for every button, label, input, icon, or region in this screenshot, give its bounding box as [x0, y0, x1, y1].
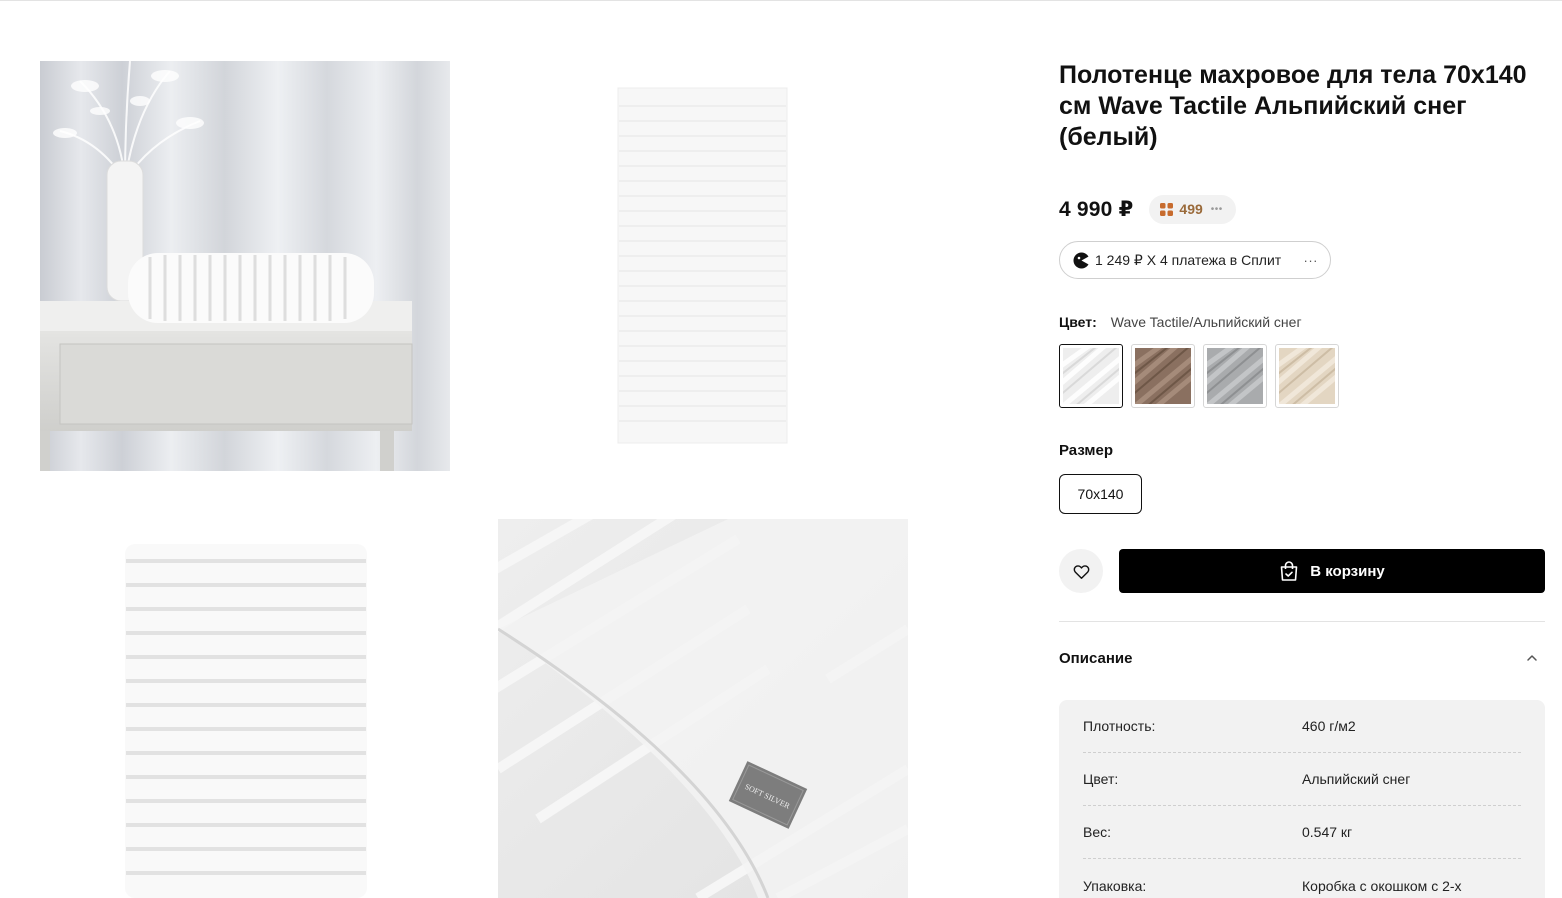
color-label: Цвет:	[1059, 314, 1097, 330]
size-option-70x140[interactable]: 70x140	[1059, 474, 1142, 514]
price-row: 4 990 ₽ 499 •••	[1059, 194, 1236, 224]
chevron-up-icon	[1527, 655, 1537, 661]
gallery-image-flat-towel[interactable]	[498, 61, 908, 471]
spec-key: Плотность:	[1083, 718, 1156, 734]
spec-key: Вес:	[1083, 824, 1112, 840]
spec-value: Коробка с окошком с 2-х	[1302, 877, 1462, 894]
bag-icon	[1280, 561, 1298, 581]
product-title: Полотенце махровое для тела 70x140 см Wa…	[1059, 61, 1527, 151]
section-divider	[1059, 621, 1545, 622]
gallery-image-towel-closeup[interactable]: SOFT SILVER	[498, 519, 908, 898]
gallery-image-towel-on-table[interactable]	[40, 61, 450, 471]
description-title: Описание	[1059, 649, 1133, 667]
color-row: Цвет: Wave Tactile/Альпийский снег	[1059, 314, 1302, 330]
spec-row: Плотность: 460 г/м2	[1083, 700, 1521, 753]
split-payment-button[interactable]: 1 249 ₽ Х 4 платежа в Сплит ···	[1059, 241, 1331, 279]
specifications-table: Плотность: 460 г/м2 Цвет: Альпийский сне…	[1059, 700, 1545, 898]
spec-key: Упаковка:	[1083, 877, 1147, 894]
cart-button-label: В корзину	[1310, 562, 1385, 580]
swatch-beige[interactable]	[1275, 344, 1339, 408]
favorite-button[interactable]	[1059, 549, 1103, 593]
heart-icon	[1073, 564, 1089, 579]
spec-value: Альпийский снег	[1302, 771, 1411, 787]
size-label: Размер	[1059, 442, 1114, 459]
spec-key: Цвет:	[1083, 771, 1119, 787]
spec-row: Вес: 0.547 кг	[1083, 806, 1521, 859]
gallery-image-folded-towel[interactable]	[40, 519, 450, 898]
spec-row: Цвет: Альпийский снег	[1083, 753, 1521, 806]
split-more-icon: ···	[1303, 252, 1318, 268]
split-icon	[1073, 252, 1090, 268]
color-swatches	[1059, 344, 1339, 408]
swatch-brown[interactable]	[1131, 344, 1195, 408]
swatch-grey[interactable]	[1203, 344, 1267, 408]
bonus-value: 499	[1179, 201, 1203, 217]
description-toggle[interactable]: Описание	[1059, 640, 1545, 676]
color-value: Wave Tactile/Альпийский снег	[1110, 314, 1302, 330]
bonus-badge[interactable]: 499 •••	[1149, 194, 1236, 224]
spec-value: 0.547 кг	[1302, 824, 1353, 840]
spec-value: 460 г/м2	[1302, 718, 1356, 734]
price: 4 990 ₽	[1059, 197, 1134, 221]
bonus-more: •••	[1210, 203, 1223, 215]
bonus-icon	[1160, 202, 1174, 216]
product-info-panel: Полотенце махровое для тела 70x140 см Wa…	[1059, 0, 1545, 898]
spec-row: Упаковка: Коробка с окошком с 2-х	[1083, 859, 1521, 898]
split-text: 1 249 ₽ Х 4 платежа в Сплит	[1095, 251, 1282, 268]
swatch-white[interactable]	[1059, 344, 1123, 408]
add-to-cart-button[interactable]: В корзину	[1119, 549, 1545, 593]
